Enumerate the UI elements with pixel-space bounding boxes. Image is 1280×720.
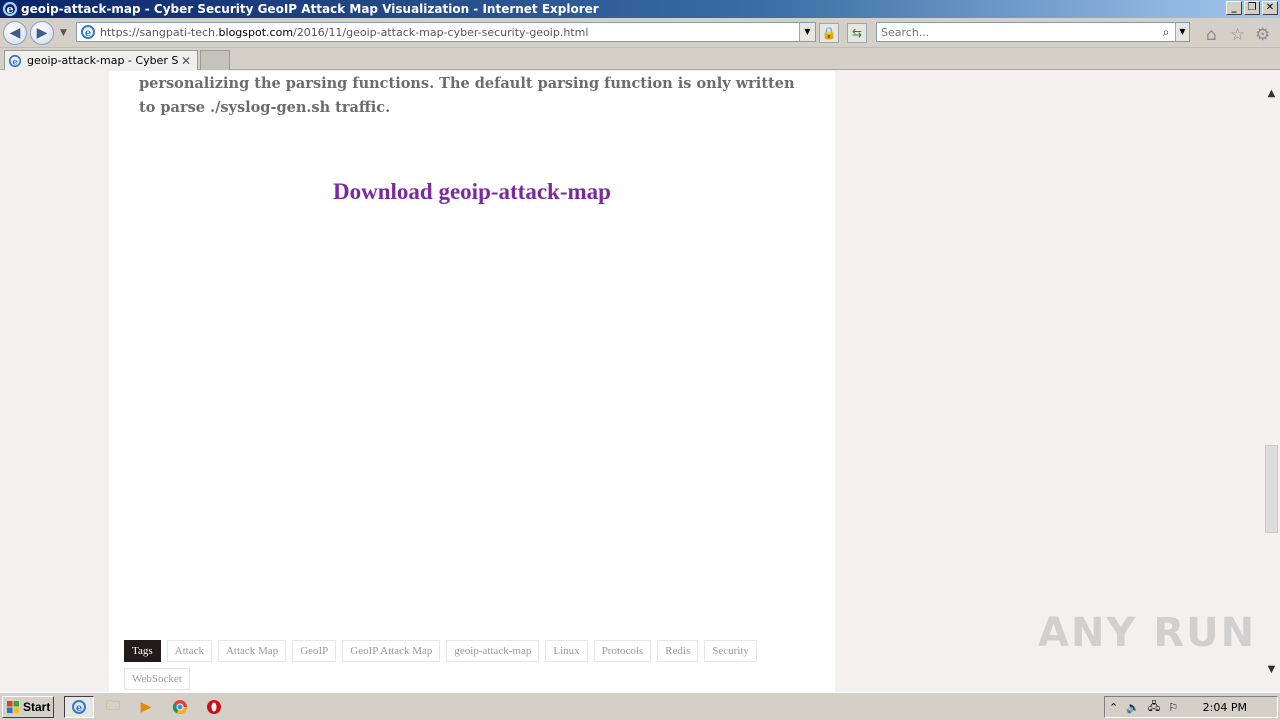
svg-text:e: e [76, 703, 82, 714]
action-center-flag-icon[interactable]: ⚐ [1168, 701, 1178, 714]
address-dropdown-icon[interactable]: ▼ [799, 23, 815, 41]
tag-security[interactable]: Security [704, 640, 757, 662]
tag-geoip-attack-map-slug[interactable]: geoip-attack-map [446, 640, 540, 662]
address-bar[interactable]: e https://sangpati-tech. blogspot.com/201… [76, 22, 816, 42]
volume-icon[interactable]: 🔈 [1126, 701, 1140, 714]
search-icon[interactable]: ⌕ [1157, 25, 1175, 40]
search-dropdown-icon[interactable]: ▼ [1175, 23, 1189, 41]
tag-websocket[interactable]: WebSocket [124, 668, 190, 690]
tag-protocols[interactable]: Protocols [593, 640, 652, 662]
tag-list: Tags Attack Attack Map GeoIP GeoIP Attac… [124, 640, 804, 690]
clock[interactable]: 2:04 PM [1203, 701, 1247, 714]
taskbar-explorer-icon[interactable]: 🗀 [98, 696, 128, 718]
svg-text:e: e [12, 57, 18, 67]
windows-flag-icon [7, 701, 19, 713]
history-dropdown-icon[interactable]: ▼ [60, 28, 67, 38]
tab-active[interactable]: e geoip-attack-map - Cyber Se... ✕ [4, 50, 198, 70]
search-input[interactable] [877, 25, 1157, 39]
navigation-bar: ◀ ▶ ▼ e https://sangpati-tech. blogspot.c… [0, 18, 1280, 48]
anyrun-watermark: ANY RUN [1038, 610, 1257, 656]
taskbar-opera-icon[interactable] [199, 696, 229, 718]
tab-close-icon[interactable]: ✕ [179, 54, 193, 68]
scroll-up-icon[interactable]: ▲ [1263, 85, 1280, 102]
url-host: blogspot.com [218, 25, 294, 39]
tab-strip: e geoip-attack-map - Cyber Se... ✕ [0, 48, 1280, 70]
svg-text:e: e [7, 3, 14, 16]
taskbar-ie-icon[interactable]: e [64, 696, 94, 718]
page-favicon-icon: e [81, 25, 95, 39]
title-bar: e geoip-attack-map - Cyber Security GeoI… [0, 0, 1280, 18]
ie-logo-icon: e [2, 1, 18, 17]
tags-heading: Tags [124, 640, 161, 662]
ie-taskbar-icon: e [72, 700, 86, 714]
chrome-icon [172, 700, 187, 714]
scroll-down-icon[interactable]: ▼ [1263, 661, 1280, 678]
tag-attack[interactable]: Attack [166, 640, 212, 662]
opera-icon [207, 700, 221, 714]
network-icon[interactable]: 🖧 [1148, 698, 1160, 717]
page-viewport: personalizing the parsing functions. The… [0, 71, 1280, 692]
start-button[interactable]: Start [2, 696, 54, 718]
system-tray: ⌃ 🔈 🖧 ⚐ 2:04 PM [1104, 696, 1278, 718]
back-arrow-icon: ◀ [9, 25, 21, 41]
tray-expand-icon[interactable]: ⌃ [1109, 701, 1118, 714]
taskbar-media-player-icon[interactable]: ▶ [131, 696, 161, 718]
forward-arrow-icon: ▶ [36, 25, 48, 41]
favorites-star-icon[interactable]: ☆ [1230, 25, 1245, 45]
window-controls: _ ❐ ✕ [1226, 1, 1278, 15]
home-icon[interactable]: ⌂ [1206, 25, 1217, 45]
forward-button[interactable]: ▶ [30, 21, 54, 45]
post-paragraph: personalizing the parsing functions. The… [139, 75, 795, 116]
tab-label: geoip-attack-map - Cyber Se... [27, 54, 179, 67]
lock-icon[interactable]: 🔒 [819, 23, 839, 43]
tag-geoip[interactable]: GeoIP [292, 640, 337, 662]
tag-redis[interactable]: Redis [657, 640, 699, 662]
start-label: Start [23, 700, 51, 714]
new-tab-button[interactable] [200, 50, 230, 70]
url-scheme: https:// [100, 25, 140, 39]
refresh-icon[interactable]: ⇆ [847, 23, 867, 43]
gear-icon[interactable]: ⚙ [1255, 25, 1270, 45]
search-box[interactable]: ⌕ ▼ [876, 22, 1190, 42]
minimize-button[interactable]: _ [1226, 1, 1242, 15]
tab-favicon-icon: e [8, 54, 22, 67]
back-button[interactable]: ◀ [3, 21, 27, 45]
taskbar: Start e 🗀 ▶ ⌃ 🔈 🖧 ⚐ 2:04 PM [0, 692, 1280, 720]
svg-text:e: e [85, 28, 91, 39]
scroll-thumb[interactable] [1265, 445, 1278, 533]
url-subdomain: sangpati-tech. [139, 25, 219, 39]
url-path: /2016/11/geoip-attack-map-cyber-security… [293, 25, 589, 39]
tag-linux[interactable]: Linux [545, 640, 588, 662]
tag-geoip-attack-map[interactable]: GeoIP Attack Map [342, 640, 441, 662]
close-button[interactable]: ✕ [1262, 1, 1278, 15]
post-content: personalizing the parsing functions. The… [109, 71, 835, 692]
restore-button[interactable]: ❐ [1244, 1, 1260, 15]
download-link[interactable]: Download geoip-attack-map [109, 179, 835, 205]
taskbar-chrome-icon[interactable] [165, 696, 195, 718]
vertical-scrollbar[interactable]: ▲ ▼ [1263, 71, 1280, 692]
tag-attack-map[interactable]: Attack Map [217, 640, 287, 662]
window-title: geoip-attack-map - Cyber Security GeoIP … [21, 2, 599, 16]
